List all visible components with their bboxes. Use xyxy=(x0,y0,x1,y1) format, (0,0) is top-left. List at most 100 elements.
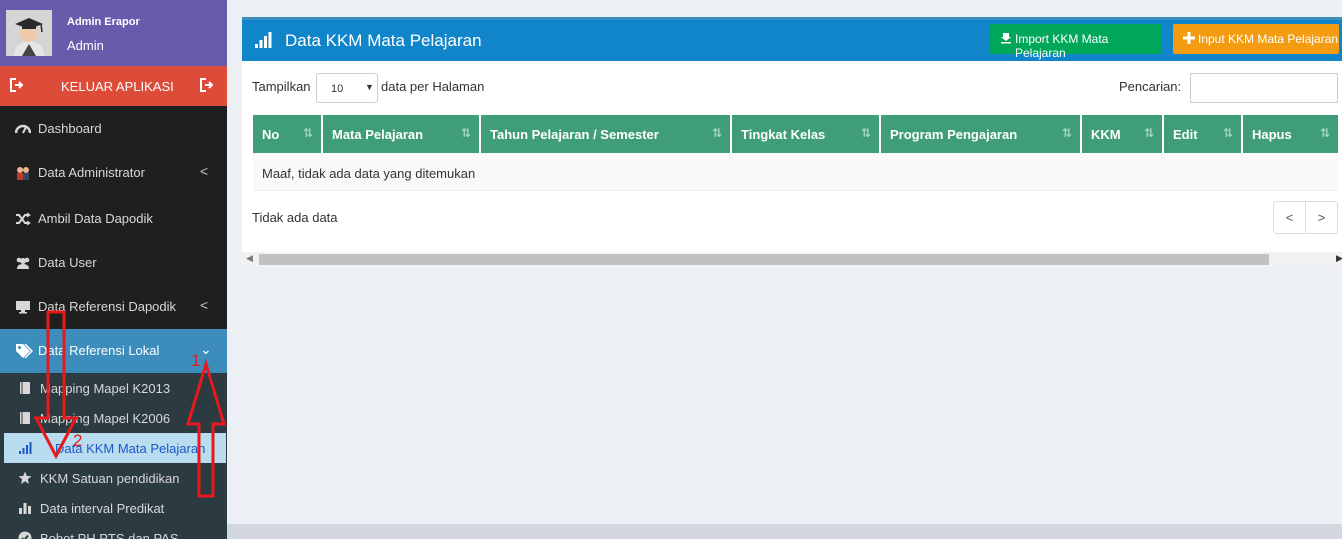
submenu-item-label: Bobot PH,PTS dan PAS xyxy=(40,531,179,539)
plus-icon xyxy=(1183,32,1195,47)
sort-asc-icon: ⇅ xyxy=(302,126,313,140)
sort-icon: ⇅ xyxy=(1319,126,1330,140)
table-info: Tidak ada data xyxy=(252,210,338,225)
table-row: Maaf, tidak ada data yang ditemukan xyxy=(253,153,1338,191)
submenu-item-label: Mapping Mapel K2013 xyxy=(40,381,171,396)
kkm-data-box: Data KKM Mata Pelajaran Import KKM Mata … xyxy=(242,17,1342,267)
submenu: Mapping Mapel K2013 Mapping Mapel K2006 … xyxy=(0,373,227,539)
chevron-left-icon: < xyxy=(200,163,209,179)
sidebar-item-data-administrator[interactable]: Data Administrator < xyxy=(0,151,227,195)
submenu-item-kkm-satuan-pendidikan[interactable]: KKM Satuan pendidikan xyxy=(0,463,227,493)
signal-icon xyxy=(254,31,272,52)
per-page-select[interactable]: 10 ▼ xyxy=(316,73,378,103)
column-header-hapus[interactable]: Hapus ⇅ xyxy=(1243,115,1338,153)
search-label: Pencarian: xyxy=(1119,79,1182,94)
sort-icon: ⇅ xyxy=(460,126,471,140)
empty-message: Maaf, tidak ada data yang ditemukan xyxy=(262,166,476,181)
sidebar-item-label: Ambil Data Dapodik xyxy=(38,211,153,226)
page-title: Data KKM Mata Pelajaran xyxy=(285,31,482,50)
tags-icon xyxy=(15,343,34,359)
sidebar: Admin Erapor Admin KELUAR APLIKASI Dashb… xyxy=(0,0,227,539)
chevron-down-icon: ⌄ xyxy=(200,341,212,357)
per-page-value: 10 xyxy=(331,83,344,95)
sidebar-item-label: Data User xyxy=(38,255,97,270)
logout-button[interactable]: KELUAR APLIKASI xyxy=(0,66,227,106)
dashboard-icon xyxy=(14,121,32,137)
scrollbar-thumb[interactable] xyxy=(259,254,1269,265)
users-icon xyxy=(15,165,31,181)
column-header-tingkat-kelas[interactable]: Tingkat Kelas ⇅ xyxy=(732,115,881,153)
column-label: Hapus xyxy=(1252,127,1292,142)
scroll-right-icon[interactable]: ▶ xyxy=(1336,253,1342,264)
box-header: Data KKM Mata Pelajaran Import KKM Mata … xyxy=(242,20,1342,61)
column-header-tahun-pelajaran[interactable]: Tahun Pelajaran / Semester ⇅ xyxy=(481,115,732,153)
column-header-edit[interactable]: Edit ⇅ xyxy=(1164,115,1243,153)
sort-icon: ⇅ xyxy=(1061,126,1072,140)
signal-icon xyxy=(18,441,32,455)
input-kkm-button[interactable]: Input KKM Mata Pelajaran xyxy=(1173,24,1339,54)
column-label: Tahun Pelajaran / Semester xyxy=(490,127,659,142)
book-icon xyxy=(18,381,32,395)
sort-icon: ⇅ xyxy=(711,126,722,140)
submenu-item-label: Data KKM Mata Pelajaran xyxy=(55,441,206,456)
column-label: Program Pengajaran xyxy=(890,127,1018,142)
sort-icon: ⇅ xyxy=(1222,126,1233,140)
submenu-item-bobot-ph-pts-pas[interactable]: Bobot PH,PTS dan PAS xyxy=(0,523,227,539)
sort-icon: ⇅ xyxy=(860,126,871,140)
input-kkm-label: Input KKM Mata Pelajaran xyxy=(1198,32,1339,46)
check-circle-icon xyxy=(18,531,32,539)
search-input[interactable] xyxy=(1190,73,1338,103)
column-header-no[interactable]: No ⇅ xyxy=(253,115,323,153)
avatar xyxy=(6,10,52,56)
column-header-program-pengajaran[interactable]: Program Pengajaran ⇅ xyxy=(881,115,1082,153)
submenu-item-mapping-mapel-k2013[interactable]: Mapping Mapel K2013 xyxy=(0,373,227,403)
star-icon xyxy=(18,471,32,485)
sidebar-item-label: Data Referensi Dapodik xyxy=(38,299,177,314)
caret-down-icon: ▼ xyxy=(365,82,374,92)
horizontal-scrollbar[interactable]: ◀ ▶ xyxy=(242,252,1342,267)
sidebar-item-data-referensi-lokal[interactable]: Data Referensi Lokal ⌄ xyxy=(0,329,227,373)
import-icon xyxy=(1000,32,1012,47)
sign-out-icon xyxy=(10,78,24,95)
submenu-item-mapping-mapel-k2006[interactable]: Mapping Mapel K2006 xyxy=(0,403,227,433)
column-header-kkm[interactable]: KKM ⇅ xyxy=(1082,115,1164,153)
sign-out-icon xyxy=(200,78,214,95)
shuffle-icon xyxy=(15,211,31,227)
user-role: Admin xyxy=(67,38,104,53)
user-panel: Admin Erapor Admin xyxy=(0,0,227,66)
submenu-item-data-interval-predikat[interactable]: Data interval Predikat xyxy=(0,493,227,523)
bar-chart-icon xyxy=(18,501,32,515)
column-label: KKM xyxy=(1091,127,1121,142)
per-page-label: data per Halaman xyxy=(381,79,485,94)
submenu-item-label: KKM Satuan pendidikan xyxy=(40,471,180,486)
sidebar-item-label: Data Administrator xyxy=(38,165,145,180)
sidebar-item-label: Dashboard xyxy=(38,121,102,136)
column-label: Edit xyxy=(1173,127,1198,142)
book-icon xyxy=(18,411,32,425)
pagination-prev-button[interactable]: < xyxy=(1273,201,1306,234)
column-label: Mata Pelajaran xyxy=(332,127,424,142)
column-header-mata-pelajaran[interactable]: Mata Pelajaran ⇅ xyxy=(323,115,481,153)
sort-icon: ⇅ xyxy=(1143,126,1154,140)
sidebar-item-ambil-data-dapodik[interactable]: Ambil Data Dapodik xyxy=(0,197,227,241)
sidebar-item-dashboard[interactable]: Dashboard xyxy=(0,107,227,151)
submenu-item-data-kkm-mata-pelajaran[interactable]: Data KKM Mata Pelajaran xyxy=(4,433,226,463)
submenu-item-label: Mapping Mapel K2006 xyxy=(40,411,171,426)
import-kkm-label: Import KKM Mata Pelajaran xyxy=(1015,32,1109,60)
logout-label: KELUAR APLIKASI xyxy=(61,79,174,94)
chevron-left-icon: < xyxy=(200,297,209,313)
column-label: Tingkat Kelas xyxy=(741,127,826,142)
sidebar-item-data-user[interactable]: Data User xyxy=(0,241,227,285)
desktop-icon xyxy=(15,299,31,315)
submenu-item-label: Data interval Predikat xyxy=(40,501,165,516)
pagination-next-button[interactable]: > xyxy=(1305,201,1338,234)
show-label: Tampilkan xyxy=(252,79,311,94)
import-kkm-button[interactable]: Import KKM Mata Pelajaran xyxy=(990,24,1162,60)
column-label: No xyxy=(262,127,280,142)
user-name: Admin Erapor xyxy=(67,16,140,28)
sidebar-item-label: Data Referensi Lokal xyxy=(38,343,160,358)
group-icon xyxy=(15,255,31,271)
scroll-left-icon[interactable]: ◀ xyxy=(246,253,253,264)
footer xyxy=(227,524,1342,539)
sidebar-item-data-referensi-dapodik[interactable]: Data Referensi Dapodik < xyxy=(0,285,227,329)
